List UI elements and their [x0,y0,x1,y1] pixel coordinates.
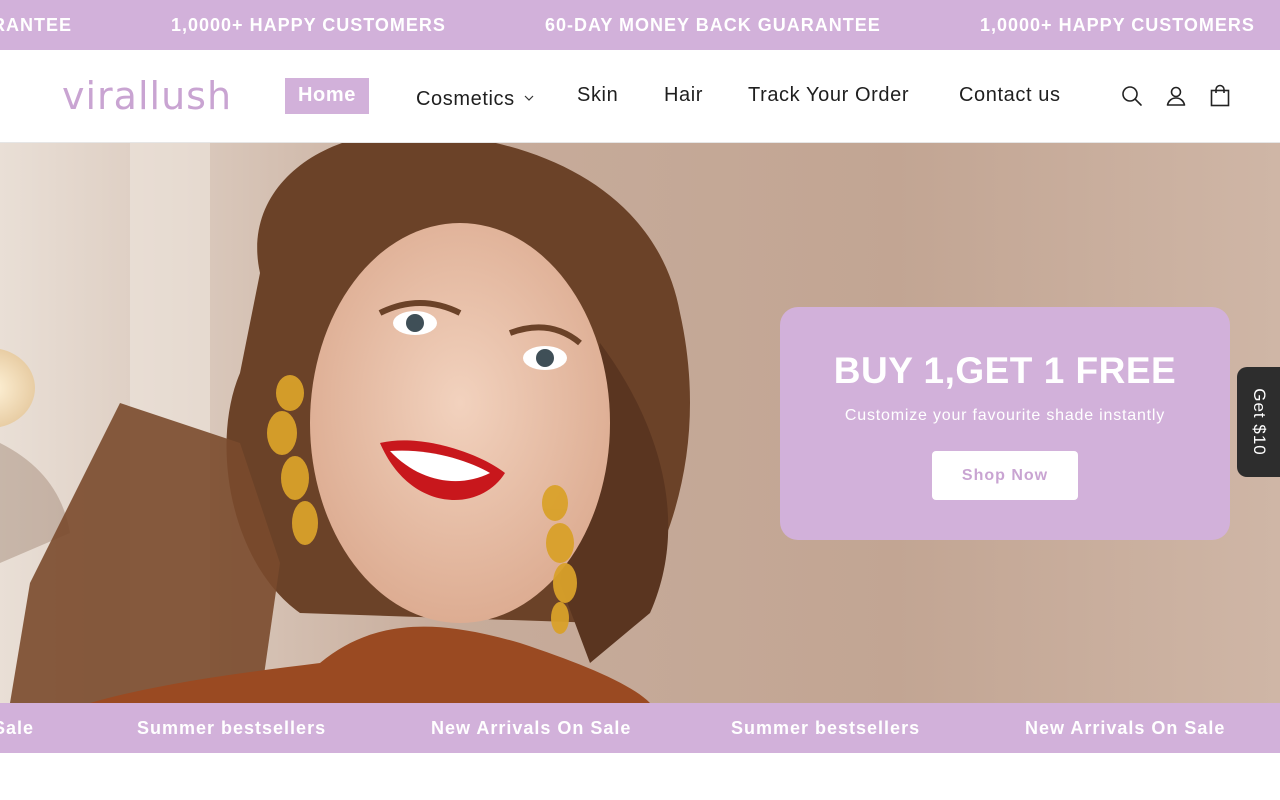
announcement-item: RANTEE [0,15,73,35]
shop-now-button[interactable]: Shop Now [932,451,1078,500]
hero-banner: BUY 1,GET 1 FREE Customize your favourit… [0,143,1280,703]
nav-track-order[interactable]: Track Your Order [748,84,909,107]
ticker-item: Sale [0,718,35,738]
announcement-item: 1,0000+ HAPPY CUSTOMERS [171,15,446,35]
account-icon[interactable] [1164,84,1188,108]
nav-cosmetics-label: Cosmetics [416,88,515,110]
promo-title: BUY 1,GET 1 FREE [833,350,1177,391]
promo-card: BUY 1,GET 1 FREE Customize your favourit… [780,307,1230,540]
announcement-item: 1,0000+ HAPPY CUSTOMERS [980,15,1255,35]
brand-logo[interactable]: virallush [62,74,232,118]
nav-home[interactable]: Home [285,78,369,114]
nav-skin[interactable]: Skin [577,84,618,107]
nav-hair[interactable]: Hair [664,84,703,107]
ticker-item: Summer bestsellers [731,718,921,738]
chevron-down-icon [524,84,534,107]
ticker-item: New Arrivals On Sale [1025,718,1226,738]
promo-subtitle: Customize your favourite shade instantly [844,407,1166,424]
announcement-bar: RANTEE 1,0000+ HAPPY CUSTOMERS 60-DAY MO… [0,0,1280,50]
ticker-item: Summer bestsellers [137,718,327,738]
cart-icon[interactable] [1208,84,1232,108]
ticker-item: New Arrivals On Sale [431,718,632,738]
site-header: virallush Home Cosmetics Skin Hair Track… [0,50,1280,143]
announcement-item: 60-DAY MONEY BACK GUARANTEE [545,15,881,35]
get-10-label: Get $10 [1249,388,1269,456]
nav-cosmetics[interactable]: Cosmetics [416,84,534,111]
nav-contact[interactable]: Contact us [959,84,1061,107]
get-10-side-tab[interactable]: Get $10 [1237,367,1280,477]
search-icon[interactable] [1120,84,1144,108]
promo-ticker: Sale Summer bestsellers New Arrivals On … [0,703,1280,753]
